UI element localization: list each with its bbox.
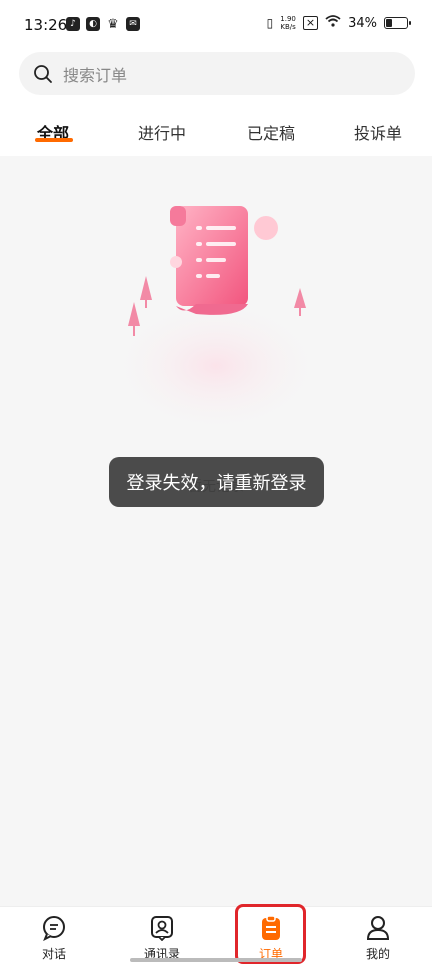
crown-icon: ♛ bbox=[107, 16, 119, 32]
contacts-icon bbox=[151, 916, 173, 941]
search-placeholder: 搜索订单 bbox=[63, 65, 128, 85]
search-input[interactable]: 搜索订单 bbox=[19, 52, 415, 95]
status-right: ▯ 1.90 KB/s × 34% bbox=[266, 15, 411, 31]
active-tab-indicator bbox=[35, 138, 73, 142]
status-time: 13:26 bbox=[24, 16, 68, 34]
home-indicator[interactable] bbox=[130, 958, 302, 962]
chat-bubble-icon bbox=[43, 916, 65, 941]
battery-fill bbox=[386, 19, 392, 27]
sim-off-icon: × bbox=[302, 16, 319, 30]
speed-value: 1.90 bbox=[280, 15, 296, 23]
nav-item-chat[interactable]: 对话 bbox=[14, 915, 94, 962]
message-icon: ✉ bbox=[126, 17, 140, 31]
bottom-navigation: 对话 通讯录 订单 我的 bbox=[0, 906, 432, 964]
search-icon bbox=[34, 64, 52, 83]
status-bar: 13:26 ♪ ◐ ♛ ✉ ▯ 1.90 KB/s × 34% bbox=[0, 0, 432, 50]
orders-tab-highlight bbox=[235, 904, 306, 964]
app-notification-icon: ◐ bbox=[86, 17, 100, 31]
nav-item-contacts[interactable]: 通讯录 bbox=[122, 915, 202, 962]
notification-icons: ♪ ◐ ♛ ✉ bbox=[66, 16, 140, 32]
battery-icon bbox=[384, 17, 411, 29]
nav-item-profile[interactable]: 我的 bbox=[338, 915, 418, 962]
tab-finalized[interactable]: 已定稿 bbox=[247, 120, 295, 144]
wifi-icon bbox=[325, 15, 341, 31]
order-tabs: 全部 进行中 已定稿 投诉单 bbox=[0, 106, 432, 156]
speed-unit: KB/s bbox=[280, 23, 296, 31]
tab-complaints[interactable]: 投诉单 bbox=[354, 120, 402, 144]
tab-in-progress[interactable]: 进行中 bbox=[138, 120, 186, 144]
order-list-area: 暂无记录 bbox=[0, 156, 432, 906]
vibrate-icon: ▯ bbox=[266, 16, 274, 30]
battery-text: 34% bbox=[348, 15, 377, 31]
user-profile-icon bbox=[366, 916, 390, 940]
tiktok-icon: ♪ bbox=[66, 17, 80, 31]
nav-label-profile: 我的 bbox=[365, 947, 390, 961]
empty-scroll-illustration bbox=[106, 206, 326, 436]
network-speed: 1.90 KB/s bbox=[280, 15, 296, 31]
login-expired-toast: 登录失效，请重新登录 bbox=[109, 457, 324, 507]
nav-label-chat: 对话 bbox=[41, 947, 66, 961]
